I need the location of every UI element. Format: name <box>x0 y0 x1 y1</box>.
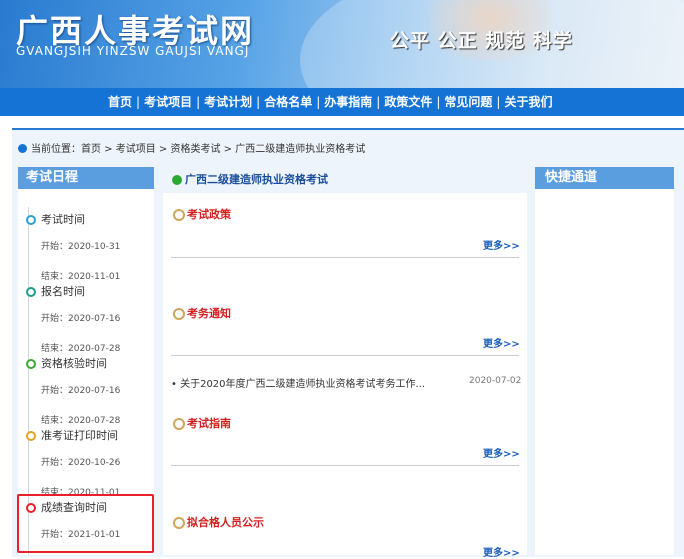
nav-separator: | <box>196 95 201 109</box>
section-bullet-icon <box>173 209 185 221</box>
breadcrumb-label: 当前位置： <box>31 144 81 155</box>
nav-item-policy[interactable]: 政策文件 <box>384 88 432 116</box>
nav-separator: | <box>496 95 501 109</box>
timeline-dot-icon <box>26 287 36 297</box>
schedule-item-end: 结束：2020-11-01 <box>41 272 121 282</box>
nav-list: 首页 | 考试项目 | 考试计划 | 合格名单 | 办事指南 | 政策文件 | … <box>108 88 552 116</box>
breadcrumb: 当前位置：首页 > 考试项目 > 资格类考试 > 广西二级建造师执业资格考试 <box>18 140 365 155</box>
quick-links-title: 快捷通道 <box>545 170 598 185</box>
more-link-guide[interactable]: 更多>> <box>483 445 520 460</box>
section-title-notices[interactable]: 考务通知 <box>187 305 231 321</box>
section-title-qualified-publicity[interactable]: 拟合格人员公示 <box>187 514 264 530</box>
location-pin-icon <box>18 144 27 153</box>
breadcrumb-path[interactable]: 首页 > 考试项目 > 资格类考试 > 广西二级建造师执业资格考试 <box>81 144 365 155</box>
schedule-item-name: 报名时间 <box>41 285 85 298</box>
news-item-title[interactable]: • 关于2020年度广西二级建造师执业资格考试考务工作... <box>171 375 425 390</box>
quick-links-panel <box>535 189 674 555</box>
nav-separator: | <box>256 95 261 109</box>
section-bullet-icon <box>173 517 185 529</box>
nav-item-guide[interactable]: 办事指南 <box>324 88 372 116</box>
nav-item-faq[interactable]: 常见问题 <box>444 88 492 116</box>
nav-separator: | <box>316 95 321 109</box>
schedule-item-start: 开始：2020-07-16 <box>41 386 121 396</box>
nav-item-exam-projects[interactable]: 考试项目 <box>144 88 192 116</box>
section-title-policy[interactable]: 考试政策 <box>187 206 231 222</box>
timeline-dot-icon <box>26 431 36 441</box>
schedule-item-start: 开始：2020-10-26 <box>41 458 121 468</box>
highlight-box <box>17 494 154 553</box>
arrow-circle-icon <box>172 175 182 185</box>
section-bullet-icon <box>173 308 185 320</box>
quick-links-header: 快捷通道 <box>535 167 674 189</box>
schedule-item-name: 资格核验时间 <box>41 357 107 370</box>
nav-item-about[interactable]: 关于我们 <box>504 88 552 116</box>
nav-separator: | <box>376 95 381 109</box>
timeline-dot-icon <box>26 215 36 225</box>
site-slogan: 公平 公正 规范 科学 <box>390 30 573 52</box>
main-content-panel: 广西二级建造师执业资格考试 考试政策 更多>> 考务通知 更多>> • 关于20… <box>163 167 527 559</box>
main-nav: 首页 | 考试项目 | 考试计划 | 合格名单 | 办事指南 | 政策文件 | … <box>0 88 684 116</box>
main-title-bar: 广西二级建造师执业资格考试 <box>163 167 527 193</box>
more-link-notices[interactable]: 更多>> <box>483 335 520 350</box>
schedule-item-name: 考试时间 <box>41 213 85 226</box>
schedule-item-name: 准考证打印时间 <box>41 429 118 442</box>
nav-item-home[interactable]: 首页 <box>108 88 132 116</box>
timeline-dot-icon <box>26 359 36 369</box>
schedule-item-end: 结束：2020-07-28 <box>41 344 121 354</box>
site-banner: 广西人事考试网 GVANGJSIH YINZSW GAUJSI VANGJ 公平… <box>0 0 684 88</box>
schedule-item-start: 开始：2020-07-16 <box>41 314 121 324</box>
section-title-guide[interactable]: 考试指南 <box>187 415 231 431</box>
site-subtitle: GVANGJSIH YINZSW GAUJSI VANGJ <box>16 44 250 58</box>
section-divider <box>171 257 519 258</box>
main-title: 广西二级建造师执业资格考试 <box>185 173 328 186</box>
nav-separator: | <box>136 95 141 109</box>
nav-item-qualified-list[interactable]: 合格名单 <box>264 88 312 116</box>
nav-item-exam-plan[interactable]: 考试计划 <box>204 88 252 116</box>
more-link-policy[interactable]: 更多>> <box>483 237 520 252</box>
schedule-item-end: 结束：2020-07-28 <box>41 416 121 426</box>
section-divider <box>171 355 519 356</box>
section-bullet-icon <box>173 418 185 430</box>
nav-separator: | <box>436 95 441 109</box>
news-item-date: 2020-07-02 <box>469 376 522 386</box>
section-divider <box>171 465 519 466</box>
schedule-title: 考试日程 <box>18 167 154 189</box>
more-link-qualified-publicity[interactable]: 更多>> <box>483 544 520 559</box>
schedule-item-start: 开始：2020-10-31 <box>41 242 121 252</box>
